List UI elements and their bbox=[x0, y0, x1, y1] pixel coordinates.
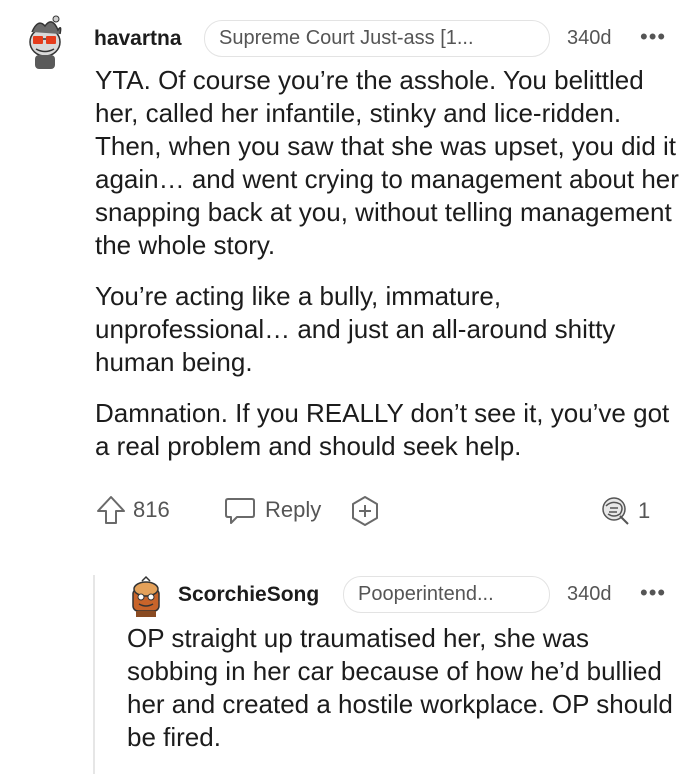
more-options-button[interactable]: ••• bbox=[640, 26, 666, 48]
comment-paragraph: OP straight up traumatised her, she was … bbox=[127, 623, 673, 752]
comment-age: 340d bbox=[567, 583, 612, 605]
speech-bubble-icon bbox=[225, 498, 255, 524]
avatar[interactable] bbox=[20, 12, 70, 70]
comment-body: OP straight up traumatised her, she was … bbox=[127, 622, 687, 754]
snoo-avatar-icon bbox=[132, 575, 160, 617]
comment-paragraph: You’re acting like a bully, immature, un… bbox=[95, 281, 616, 377]
comment-paragraph: Damnation. If you REALLY don’t see it, y… bbox=[95, 398, 670, 461]
award-badge-icon bbox=[602, 497, 629, 525]
comment-age: 340d bbox=[567, 27, 612, 49]
award-plus-icon bbox=[352, 496, 378, 526]
reply-button[interactable]: Reply bbox=[223, 494, 321, 526]
snoo-avatar-icon bbox=[29, 15, 62, 69]
reply-label: Reply bbox=[265, 497, 322, 522]
user-flair: Supreme Court Just-ass [1... bbox=[204, 20, 550, 57]
username[interactable]: havartna bbox=[94, 27, 182, 51]
award-count: 1 bbox=[638, 498, 651, 523]
comment-paragraph: YTA. Of course you’re the asshole. You b… bbox=[95, 65, 679, 260]
username[interactable]: ScorchieSong bbox=[178, 583, 319, 607]
user-flair: Pooperintend... bbox=[343, 576, 550, 613]
more-options-button[interactable]: ••• bbox=[640, 582, 666, 604]
comment-body: YTA. Of course you’re the asshole. You b… bbox=[95, 64, 685, 463]
avatar[interactable] bbox=[128, 575, 164, 617]
thread-line[interactable] bbox=[93, 575, 95, 774]
award-button[interactable] bbox=[348, 494, 382, 528]
upvote-arrow-icon bbox=[97, 496, 125, 524]
vote-count: 816 bbox=[133, 497, 170, 522]
upvote-button[interactable]: 816 bbox=[95, 494, 170, 526]
awards-received[interactable]: 1 bbox=[598, 494, 650, 528]
